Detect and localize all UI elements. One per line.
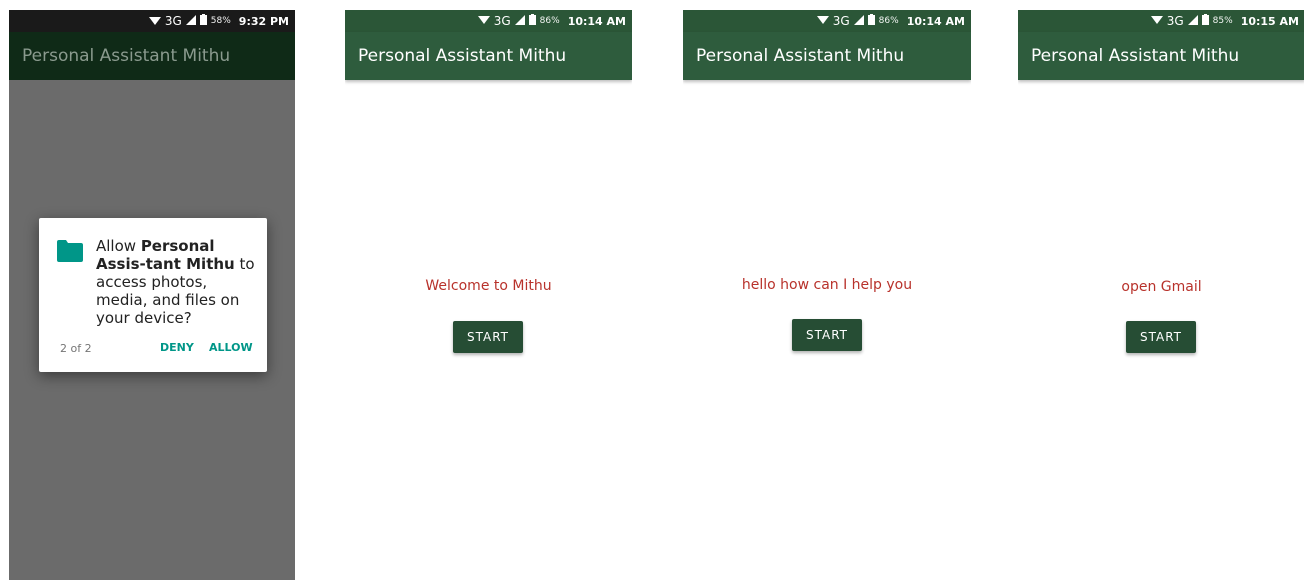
wifi-icon: [1150, 15, 1163, 28]
screen-welcome: 3G 86% 10:14 AM Personal Assistant Mithu…: [345, 10, 632, 580]
signal-icon: [185, 14, 196, 28]
start-button[interactable]: START: [1126, 321, 1196, 353]
network-type: 3G: [164, 14, 182, 28]
battery-percent: 85%: [1212, 16, 1233, 26]
screen-open-gmail: 3G 85% 10:15 AM Personal Assistant Mithu…: [1018, 10, 1304, 580]
battery-percent: 86%: [878, 16, 899, 26]
app-title: Personal Assistant Mithu: [696, 46, 905, 66]
wifi-icon: [148, 16, 161, 26]
clock: 10:14 AM: [567, 14, 626, 28]
clock: 9:32 PM: [238, 14, 289, 28]
folder-icon: [57, 240, 83, 267]
status-bar: 3G 85% 10:15 AM: [1018, 10, 1304, 32]
app-title: Personal Assistant Mithu: [358, 46, 567, 66]
battery-icon: [1201, 14, 1209, 28]
network-type: 3G: [832, 14, 850, 28]
dialog-message: Allow Personal Assis-tant Mithu to acces…: [96, 237, 261, 327]
screen-permission-dialog: 3G 58% 9:32 PM Personal Assistant Mithu …: [9, 10, 295, 580]
network-type: 3G: [1166, 14, 1184, 28]
deny-button[interactable]: DENY: [160, 341, 194, 354]
start-button[interactable]: START: [792, 319, 862, 351]
dialog-counter: 2 of 2: [60, 342, 92, 355]
app-title: Personal Assistant Mithu: [22, 46, 231, 66]
start-button[interactable]: START: [453, 321, 523, 353]
battery-percent: 58%: [210, 16, 231, 26]
wifi-icon: [477, 15, 490, 28]
app-bar: Personal Assistant Mithu: [9, 32, 295, 80]
status-bar: 3G 86% 10:14 AM: [683, 10, 971, 32]
dialog-message-prefix: Allow: [96, 237, 141, 255]
message-text: open Gmail: [1121, 279, 1202, 295]
app-bar: Personal Assistant Mithu: [1018, 32, 1304, 80]
signal-icon: [1187, 14, 1198, 28]
battery-icon: [528, 14, 536, 28]
app-bar: Personal Assistant Mithu: [683, 32, 971, 80]
screen-hello: 3G 86% 10:14 AM Personal Assistant Mithu…: [683, 10, 971, 580]
permission-dialog: Allow Personal Assis-tant Mithu to acces…: [39, 218, 267, 372]
battery-icon: [867, 14, 875, 28]
signal-icon: [514, 14, 525, 28]
status-bar: 3G 86% 10:14 AM: [345, 10, 632, 32]
message-text: hello how can I help you: [741, 277, 913, 293]
wifi-icon: [816, 15, 829, 28]
battery-icon: [199, 14, 207, 28]
network-type: 3G: [493, 14, 511, 28]
signal-icon: [853, 14, 864, 28]
clock: 10:15 AM: [1240, 14, 1299, 28]
status-bar: 3G 58% 9:32 PM: [9, 10, 295, 32]
battery-percent: 86%: [539, 16, 560, 26]
clock: 10:14 AM: [906, 14, 965, 28]
message-text: Welcome to Mithu: [425, 278, 552, 294]
allow-button[interactable]: ALLOW: [209, 341, 253, 354]
app-bar: Personal Assistant Mithu: [345, 32, 632, 80]
app-title: Personal Assistant Mithu: [1031, 46, 1240, 66]
